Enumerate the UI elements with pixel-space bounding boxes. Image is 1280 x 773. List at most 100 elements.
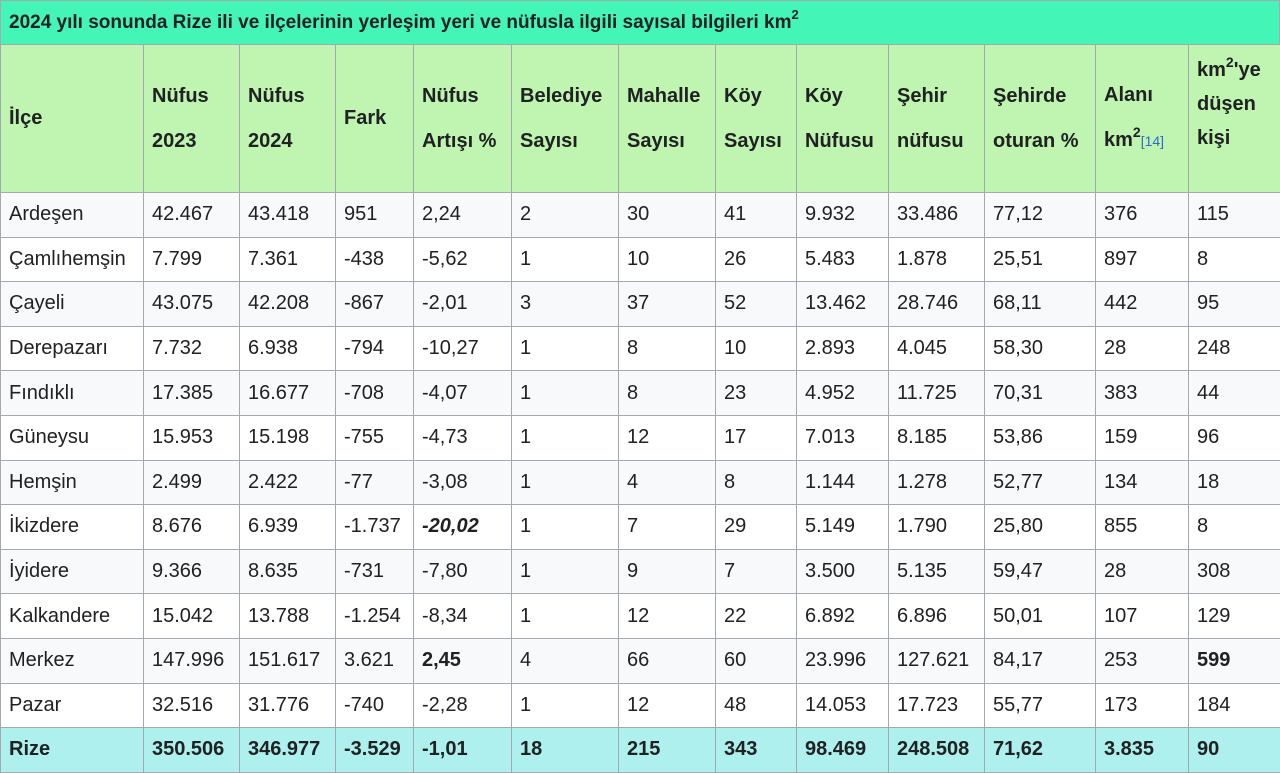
header-alani[interactable]: Alanıkm2[14]	[1096, 45, 1189, 193]
caption-sup: 2	[792, 7, 799, 22]
table-cell: 2,45	[414, 638, 512, 683]
table-cell: 25,80	[985, 505, 1096, 550]
table-cell: 28	[1096, 549, 1189, 594]
header-mahalle-sayisi[interactable]: MahalleSayısı	[619, 45, 716, 193]
header-sehir-nufusu[interactable]: Şehirnüfusu	[889, 45, 985, 193]
table-cell: 52,77	[985, 460, 1096, 505]
table-cell: 4	[512, 638, 619, 683]
table-cell: 14.053	[797, 683, 889, 728]
table-cell: -20,02	[414, 505, 512, 550]
header-koy-sayisi[interactable]: KöySayısı	[716, 45, 797, 193]
total-cell: 346.977	[240, 728, 336, 773]
table-cell: 42.208	[240, 282, 336, 327]
header-nufus-2024[interactable]: Nüfus2024	[240, 45, 336, 193]
table-cell: 8	[619, 371, 716, 416]
header-row: İlçe Nüfus2023 Nüfus2024 Fark NüfusArtış…	[1, 45, 1280, 193]
table-cell: 2.893	[797, 326, 889, 371]
table-cell: 17.723	[889, 683, 985, 728]
table-row: Güneysu15.95315.198-755-4,73112177.0138.…	[1, 415, 1280, 460]
table-cell: -438	[336, 237, 414, 282]
table-cell: 951	[336, 193, 414, 238]
table-cell: 2.422	[240, 460, 336, 505]
table-cell: 134	[1096, 460, 1189, 505]
total-cell: 90	[1189, 728, 1280, 773]
table-cell: 58,30	[985, 326, 1096, 371]
table-cell: -10,27	[414, 326, 512, 371]
table-cell: 70,31	[985, 371, 1096, 416]
table-cell: 16.677	[240, 371, 336, 416]
table-cell: -5,62	[414, 237, 512, 282]
table-cell: 1	[512, 594, 619, 639]
header-ilce[interactable]: İlçe	[1, 45, 144, 193]
table-cell: 599	[1189, 638, 1280, 683]
table-cell: 897	[1096, 237, 1189, 282]
table-cell: 23	[716, 371, 797, 416]
reference-link[interactable]: [14]	[1141, 133, 1164, 149]
table-cell: 5.149	[797, 505, 889, 550]
header-sehirde-oturan[interactable]: Şehirdeoturan %	[985, 45, 1096, 193]
district-name-cell: Çamlıhemşin	[1, 237, 144, 282]
total-cell: -1,01	[414, 728, 512, 773]
table-cell: 1	[512, 371, 619, 416]
table-cell: 11.725	[889, 371, 985, 416]
district-name-cell: Fındıklı	[1, 371, 144, 416]
header-belediye-sayisi[interactable]: BelediyeSayısı	[512, 45, 619, 193]
table-cell: 1.144	[797, 460, 889, 505]
table-cell: 248	[1189, 326, 1280, 371]
district-name-cell: Ardeşen	[1, 193, 144, 238]
table-cell: 376	[1096, 193, 1189, 238]
table-cell: 1.790	[889, 505, 985, 550]
total-cell: 350.506	[144, 728, 240, 773]
table-cell: 15.042	[144, 594, 240, 639]
table-cell: 8	[619, 326, 716, 371]
header-nufus-artisi[interactable]: NüfusArtışı %	[414, 45, 512, 193]
table-cell: 107	[1096, 594, 1189, 639]
table-cell: 31.776	[240, 683, 336, 728]
district-name-cell: Merkez	[1, 638, 144, 683]
table-cell: 96	[1189, 415, 1280, 460]
table-cell: 95	[1189, 282, 1280, 327]
table-cell: 13.788	[240, 594, 336, 639]
table-cell: 41	[716, 193, 797, 238]
table-cell: 1	[512, 683, 619, 728]
total-cell: 248.508	[889, 728, 985, 773]
header-fark[interactable]: Fark	[336, 45, 414, 193]
table-cell: 53,86	[985, 415, 1096, 460]
table-cell: -708	[336, 371, 414, 416]
table-caption: 2024 yılı sonunda Rize ili ve ilçelerini…	[0, 0, 1280, 44]
table-cell: 5.483	[797, 237, 889, 282]
table-cell: 6.896	[889, 594, 985, 639]
table-cell: 42.467	[144, 193, 240, 238]
table-cell: 8	[1189, 237, 1280, 282]
total-cell: 343	[716, 728, 797, 773]
table-cell: 50,01	[985, 594, 1096, 639]
table-cell: 7	[716, 549, 797, 594]
table-cell: 52	[716, 282, 797, 327]
table-row: İkizdere8.6766.939-1.737-20,0217295.1491…	[1, 505, 1280, 550]
header-nufus-2023[interactable]: Nüfus2023	[144, 45, 240, 193]
table-cell: 3	[512, 282, 619, 327]
table-cell: 184	[1189, 683, 1280, 728]
table-row: Çayeli43.07542.208-867-2,013375213.46228…	[1, 282, 1280, 327]
district-name-cell: Pazar	[1, 683, 144, 728]
table-cell: 8.676	[144, 505, 240, 550]
table-cell: 1	[512, 549, 619, 594]
district-name-cell: Güneysu	[1, 415, 144, 460]
table-cell: 48	[716, 683, 797, 728]
table-cell: 25,51	[985, 237, 1096, 282]
table-cell: 8	[716, 460, 797, 505]
district-name-cell: Kalkandere	[1, 594, 144, 639]
total-cell: 3.835	[1096, 728, 1189, 773]
table-cell: 1	[512, 237, 619, 282]
table-cell: 32.516	[144, 683, 240, 728]
table-cell: 9.932	[797, 193, 889, 238]
district-name-cell: Çayeli	[1, 282, 144, 327]
table-cell: 13.462	[797, 282, 889, 327]
table-cell: 60	[716, 638, 797, 683]
header-yogunluk[interactable]: km2'yedüşenkişi	[1189, 45, 1280, 193]
header-koy-nufusu[interactable]: KöyNüfusu	[797, 45, 889, 193]
table-cell: 12	[619, 594, 716, 639]
table-cell: 7.013	[797, 415, 889, 460]
table-row: Pazar32.51631.776-740-2,281124814.05317.…	[1, 683, 1280, 728]
total-cell: 18	[512, 728, 619, 773]
